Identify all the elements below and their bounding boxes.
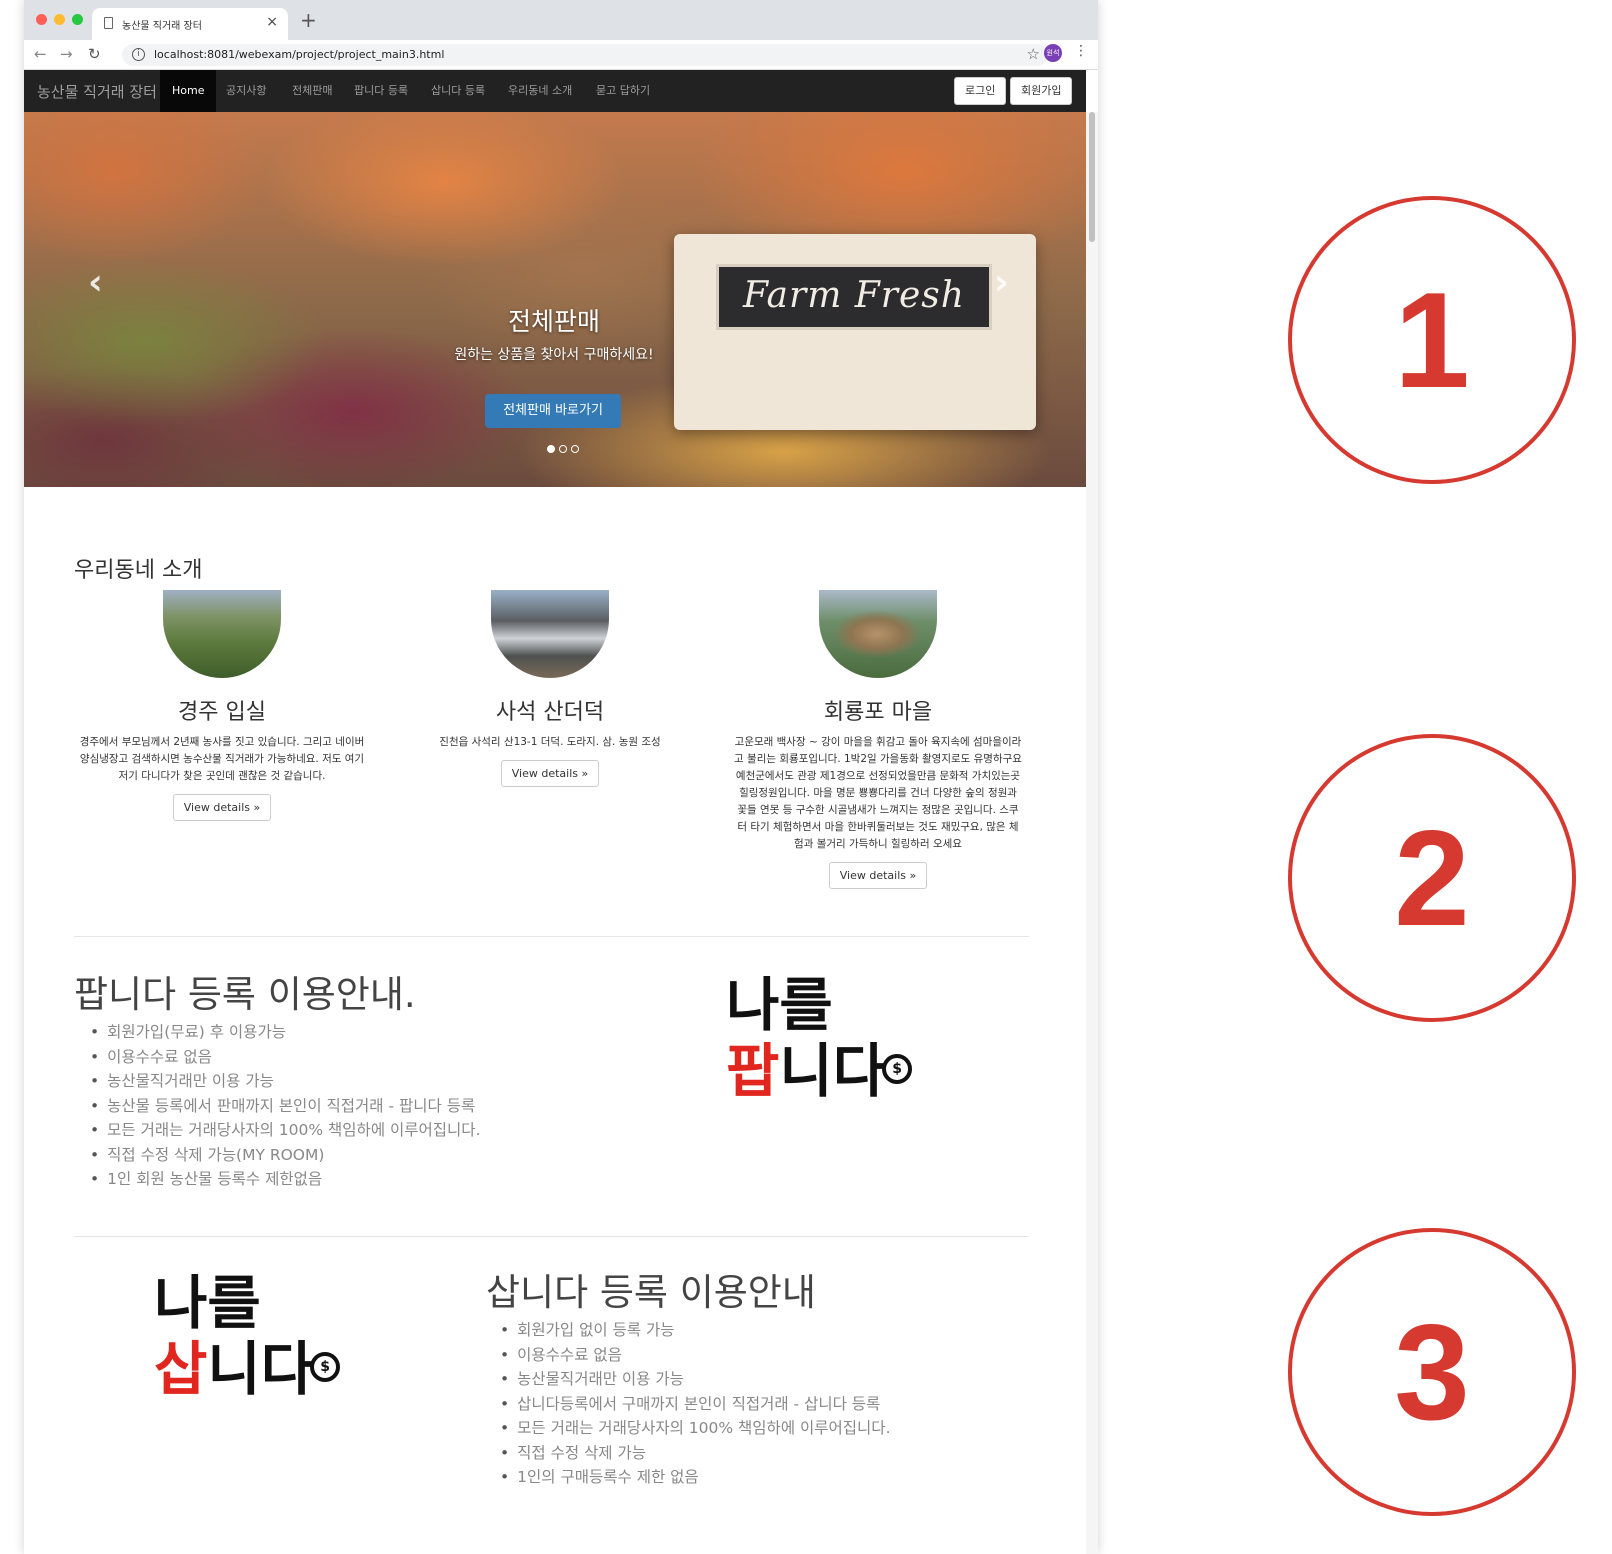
logo-line-1: 나를 [726, 971, 833, 1039]
forward-icon[interactable]: → [60, 46, 73, 62]
list-item: 회원가입 없이 등록 가능 [500, 1318, 891, 1343]
nav-item-buy-register[interactable]: 삽니다 등록 [419, 70, 497, 112]
tab-title: 농산물 직거래 장터 [122, 21, 202, 32]
callout-circle-2: 2 [1288, 734, 1576, 1022]
divider [74, 936, 1029, 937]
browser-tab[interactable]: 농산물 직거래 장터 × [92, 8, 288, 40]
list-item: 농산물직거래만 이용 가능 [500, 1367, 891, 1392]
navbar-brand[interactable]: 농산물 직거래 장터 [37, 81, 157, 102]
callout-number: 2 [1394, 802, 1470, 954]
profile-avatar[interactable]: 원석 [1044, 44, 1062, 62]
carousel-indicator[interactable] [559, 445, 567, 453]
hero-carousel: Farm Fresh ‹ › 전체판매 원하는 상품을 찾아서 구매하세요! 전… [24, 112, 1086, 487]
logo-line-2: 삽니다 $ [154, 1336, 374, 1402]
nav-item-notice[interactable]: 공지사항 [214, 70, 278, 112]
close-window-icon[interactable] [36, 14, 47, 25]
document-icon [104, 17, 113, 29]
logo-red-word: 삽 [154, 1335, 208, 1403]
back-icon[interactable]: ← [34, 46, 47, 62]
reload-icon[interactable]: ↻ [88, 46, 101, 62]
nav-item-sell-register[interactable]: 팝니다 등록 [342, 70, 420, 112]
feature-gyeongju: 경주 입실 경주에서 부모님께서 2년째 농사를 짓고 있습니다. 그리고 네이… [77, 590, 367, 821]
logo-line-2: 팝니다 $ [726, 1038, 946, 1104]
intro-heading: 우리동네 소개 [74, 558, 203, 583]
feature-image [163, 590, 281, 678]
callout-circle-3: 3 [1288, 1228, 1576, 1516]
feature-title: 회룡포 마을 [823, 700, 933, 725]
bookmark-star-icon[interactable]: ☆ [1027, 45, 1040, 63]
buy-logo: 나를 삽니다 $ [154, 1270, 374, 1402]
carousel-prev-icon[interactable]: ‹ [88, 262, 103, 303]
logo-rest: 니다 [207, 1335, 315, 1403]
logo-rest: 니다 [779, 1037, 887, 1105]
browser-toolbar: ← → ↻ i localhost:8081/webexam/project/p… [24, 40, 1098, 70]
carousel-indicator[interactable] [547, 445, 555, 453]
carousel-next-icon[interactable]: › [994, 262, 1009, 303]
site-navbar: 농산물 직거래 장터 Home 공지사항 전체판매 팝니다 등록 삽니다 등록 … [24, 70, 1086, 112]
feature-title: 경주 입실 [178, 700, 266, 725]
logo-red-word: 팝 [726, 1037, 780, 1105]
close-tab-icon[interactable]: × [266, 14, 278, 30]
view-details-button[interactable]: View details » [500, 760, 600, 787]
url-text: localhost:8081/webexam/project/project_m… [154, 48, 445, 61]
page-scrollbar[interactable] [1086, 112, 1098, 1554]
menu-kebab-icon[interactable]: ⋮ [1074, 43, 1088, 59]
address-bar[interactable]: i localhost:8081/webexam/project/project… [122, 44, 1048, 66]
list-item: 모든 거래는 거래당사자의 100% 책임하에 이루어집니다. [90, 1118, 480, 1143]
list-item: 삽니다등록에서 구매까지 본인이 직접거래 - 삽니다 등록 [500, 1392, 891, 1417]
feature-image [819, 590, 937, 678]
feature-image [491, 590, 609, 678]
nav-item-neighborhood[interactable]: 우리동네 소개 [496, 70, 584, 112]
hero-subtitle: 원하는 상품을 찾아서 구매하세요! [454, 347, 654, 363]
hero-cta-button[interactable]: 전체판매 바로가기 [485, 394, 621, 428]
feature-hoeryongpo: 회룡포 마을 고운모래 백사장 ~ 강이 마을을 휘감고 돌아 육지속에 섬마을… [733, 590, 1023, 889]
sell-info-list: 회원가입(무료) 후 이용가능 이용수수료 없음 농산물직거래만 이용 가능 농… [90, 1020, 481, 1192]
maximize-window-icon[interactable] [72, 14, 83, 25]
list-item: 1인의 구매등록수 제한 없음 [500, 1465, 891, 1490]
logo-line-1: 나를 [154, 1269, 261, 1337]
info-icon[interactable]: i [132, 48, 145, 61]
list-item: 회원가입(무료) 후 이용가능 [90, 1020, 481, 1045]
list-item: 1인 회원 농산물 등록수 제한없음 [90, 1167, 481, 1192]
buy-info-list: 회원가입 없이 등록 가능 이용수수료 없음 농산물직거래만 이용 가능 삽니다… [500, 1318, 891, 1490]
money-hand-icon: $ [310, 1352, 341, 1382]
list-item: 농산물직거래만 이용 가능 [90, 1069, 481, 1094]
sell-logo: 나를 팝니다 $ [726, 972, 946, 1104]
callout-circle-1: 1 [1288, 196, 1576, 484]
sell-section-title: 팝니다 등록 이용안내. [74, 973, 416, 1016]
buy-section-title: 삽니다 등록 이용안내 [486, 1271, 816, 1314]
list-item: 이용수수료 없음 [500, 1343, 891, 1368]
view-details-button[interactable]: View details » [828, 862, 928, 889]
scrollbar-thumb[interactable] [1089, 112, 1095, 242]
nav-item-all-sales[interactable]: 전체판매 [280, 70, 344, 112]
callout-number: 1 [1394, 264, 1470, 416]
nav-item-qna[interactable]: 묻고 답하기 [584, 70, 662, 112]
signup-button[interactable]: 회원가입 [1010, 77, 1073, 105]
feature-description: 경주에서 부모님께서 2년째 농사를 짓고 있습니다. 그리고 네이버 양심냉장… [79, 736, 365, 782]
minimize-window-icon[interactable] [54, 14, 65, 25]
money-hand-icon: $ [882, 1054, 913, 1084]
sign-board: Farm Fresh [716, 264, 992, 330]
nav-item-home[interactable]: Home [160, 70, 217, 112]
list-item: 이용수수료 없음 [90, 1045, 481, 1070]
sign-text: Farm Fresh [743, 275, 965, 316]
feature-description: 고운모래 백사장 ~ 강이 마을을 휘감고 돌아 육지속에 섬마을이라고 불리는… [734, 736, 1022, 850]
feature-saseok: 사석 산더덕 진천읍 사석리 산13-1 더덕. 도라지. 삼. 농원 조성 V… [405, 590, 695, 787]
list-item: 농산물 등록에서 판매까지 본인이 직접거래 - 팝니다 등록 [90, 1094, 481, 1119]
feature-title: 사석 산더덕 [495, 700, 605, 725]
tab-strip: 농산물 직거래 장터 × + [24, 0, 1098, 40]
list-item: 모든 거래는 거래당사자의 100% 책임하에 이루어집니다. [500, 1416, 890, 1441]
list-item: 직접 수정 삭제 가능(MY ROOM) [90, 1143, 481, 1168]
list-item: 직접 수정 삭제 가능 [500, 1441, 891, 1466]
feature-description: 진천읍 사석리 산13-1 더덕. 도라지. 삼. 농원 조성 [439, 736, 661, 748]
callout-number: 3 [1394, 1296, 1470, 1448]
carousel-indicator[interactable] [571, 445, 579, 453]
view-details-button[interactable]: View details » [172, 794, 272, 821]
hero-title: 전체판매 [507, 307, 600, 336]
divider [74, 1236, 1029, 1237]
new-tab-icon[interactable]: + [300, 8, 317, 32]
browser-window: 농산물 직거래 장터 × + ← → ↻ i localhost:8081/we… [24, 0, 1098, 1554]
login-button[interactable]: 로그인 [954, 77, 1007, 105]
